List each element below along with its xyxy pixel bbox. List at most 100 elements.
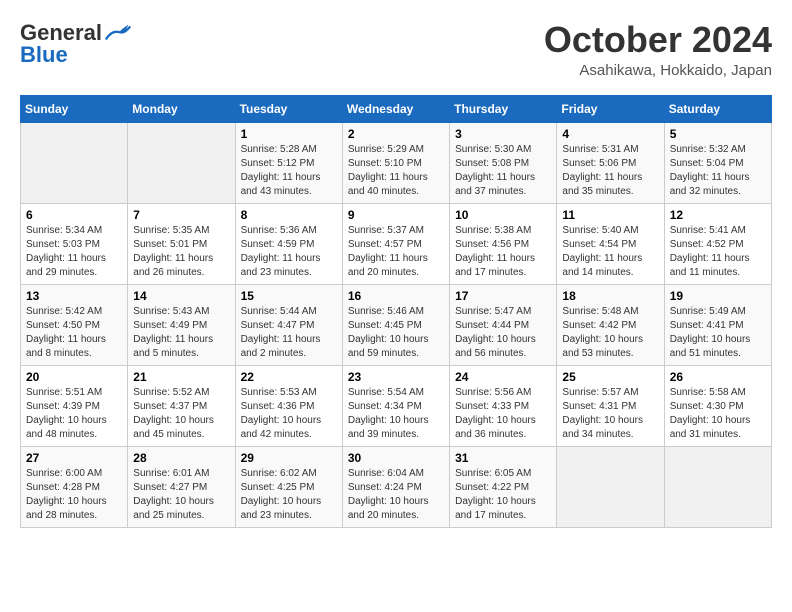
day-number: 31 xyxy=(455,451,551,465)
day-number: 12 xyxy=(670,208,766,222)
day-number: 25 xyxy=(562,370,658,384)
day-number: 18 xyxy=(562,289,658,303)
calendar-week-row: 20Sunrise: 5:51 AMSunset: 4:39 PMDayligh… xyxy=(21,365,772,446)
day-info: Sunrise: 6:05 AMSunset: 4:22 PMDaylight:… xyxy=(455,467,551,523)
day-info: Sunrise: 6:00 AMSunset: 4:28 PMDaylight:… xyxy=(26,467,122,523)
logo-blue: Blue xyxy=(20,42,68,68)
calendar-cell: 20Sunrise: 5:51 AMSunset: 4:39 PMDayligh… xyxy=(21,365,128,446)
calendar-week-row: 1 Sunrise: 5:28 AMSunset: 5:12 PMDaylight… xyxy=(21,122,772,203)
day-number: 14 xyxy=(133,289,229,303)
day-number: 19 xyxy=(670,289,766,303)
month-title: October 2024 xyxy=(544,20,772,60)
calendar-cell: 18 Sunrise: 5:48 AMSunset: 4:42 PMDayligh… xyxy=(557,284,664,365)
day-info: Sunrise: 5:58 AMSunset: 4:30 PMDaylight:… xyxy=(670,386,766,442)
calendar-cell: 17 Sunrise: 5:47 AMSunset: 4:44 PMDayligh… xyxy=(450,284,557,365)
calendar-cell: 10 Sunrise: 5:38 AMSunset: 4:56 PMDayligh… xyxy=(450,203,557,284)
day-number: 30 xyxy=(348,451,444,465)
day-number: 24 xyxy=(455,370,551,384)
calendar-cell: 15Sunrise: 5:44 AMSunset: 4:47 PMDayligh… xyxy=(235,284,342,365)
day-info: Sunrise: 5:49 AMSunset: 4:41 PMDaylight:… xyxy=(670,305,766,361)
day-info: Sunrise: 5:28 AMSunset: 5:12 PMDaylight:… xyxy=(241,143,337,199)
location: Asahikawa, Hokkaido, Japan xyxy=(544,62,772,79)
calendar-cell: 16Sunrise: 5:46 AMSunset: 4:45 PMDayligh… xyxy=(342,284,449,365)
calendar-cell: 2 Sunrise: 5:29 AMSunset: 5:10 PMDaylight… xyxy=(342,122,449,203)
day-info: Sunrise: 6:04 AMSunset: 4:24 PMDaylight:… xyxy=(348,467,444,523)
weekday-header: Saturday xyxy=(664,95,771,122)
calendar-table: SundayMondayTuesdayWednesdayThursdayFrid… xyxy=(20,95,772,528)
day-number: 29 xyxy=(241,451,337,465)
calendar-cell: 3Sunrise: 5:30 AMSunset: 5:08 PMDaylight… xyxy=(450,122,557,203)
day-number: 9 xyxy=(348,208,444,222)
day-info: Sunrise: 5:40 AMSunset: 4:54 PMDaylight:… xyxy=(562,224,658,280)
day-number: 23 xyxy=(348,370,444,384)
day-info: Sunrise: 5:54 AMSunset: 4:34 PMDaylight:… xyxy=(348,386,444,442)
calendar-cell xyxy=(664,446,771,527)
day-info: Sunrise: 6:01 AMSunset: 4:27 PMDaylight:… xyxy=(133,467,229,523)
calendar-cell: 4 Sunrise: 5:31 AMSunset: 5:06 PMDaylight… xyxy=(557,122,664,203)
day-number: 20 xyxy=(26,370,122,384)
weekday-header: Friday xyxy=(557,95,664,122)
day-info: Sunrise: 5:56 AMSunset: 4:33 PMDaylight:… xyxy=(455,386,551,442)
day-number: 6 xyxy=(26,208,122,222)
calendar-cell: 28 Sunrise: 6:01 AMSunset: 4:27 PMDayligh… xyxy=(128,446,235,527)
day-info: Sunrise: 6:02 AMSunset: 4:25 PMDaylight:… xyxy=(241,467,337,523)
day-number: 15 xyxy=(241,289,337,303)
day-number: 27 xyxy=(26,451,122,465)
calendar-cell: 9 Sunrise: 5:37 AMSunset: 4:57 PMDaylight… xyxy=(342,203,449,284)
day-info: Sunrise: 5:31 AMSunset: 5:06 PMDaylight:… xyxy=(562,143,658,199)
calendar-cell: 23 Sunrise: 5:54 AMSunset: 4:34 PMDayligh… xyxy=(342,365,449,446)
calendar-cell: 27 Sunrise: 6:00 AMSunset: 4:28 PMDayligh… xyxy=(21,446,128,527)
calendar-cell: 6Sunrise: 5:34 AMSunset: 5:03 PMDaylight… xyxy=(21,203,128,284)
day-info: Sunrise: 5:42 AMSunset: 4:50 PMDaylight:… xyxy=(26,305,122,361)
calendar-cell xyxy=(128,122,235,203)
weekday-header: Sunday xyxy=(21,95,128,122)
day-info: Sunrise: 5:46 AMSunset: 4:45 PMDaylight:… xyxy=(348,305,444,361)
calendar-week-row: 27 Sunrise: 6:00 AMSunset: 4:28 PMDayligh… xyxy=(21,446,772,527)
day-number: 28 xyxy=(133,451,229,465)
weekday-header: Wednesday xyxy=(342,95,449,122)
calendar-cell: 21Sunrise: 5:52 AMSunset: 4:37 PMDayligh… xyxy=(128,365,235,446)
calendar-cell: 26 Sunrise: 5:58 AMSunset: 4:30 PMDayligh… xyxy=(664,365,771,446)
day-number: 13 xyxy=(26,289,122,303)
day-number: 22 xyxy=(241,370,337,384)
day-number: 21 xyxy=(133,370,229,384)
day-number: 10 xyxy=(455,208,551,222)
calendar-cell: 14 Sunrise: 5:43 AMSunset: 4:49 PMDayligh… xyxy=(128,284,235,365)
day-info: Sunrise: 5:43 AMSunset: 4:49 PMDaylight:… xyxy=(133,305,229,361)
day-number: 4 xyxy=(562,127,658,141)
logo-bird-icon xyxy=(104,22,132,44)
page-header: General Blue October 2024 Asahikawa, Hok… xyxy=(20,20,772,79)
weekday-header-row: SundayMondayTuesdayWednesdayThursdayFrid… xyxy=(21,95,772,122)
day-info: Sunrise: 5:36 AMSunset: 4:59 PMDaylight:… xyxy=(241,224,337,280)
day-number: 5 xyxy=(670,127,766,141)
day-number: 17 xyxy=(455,289,551,303)
day-info: Sunrise: 5:47 AMSunset: 4:44 PMDaylight:… xyxy=(455,305,551,361)
day-number: 7 xyxy=(133,208,229,222)
calendar-cell: 25Sunrise: 5:57 AMSunset: 4:31 PMDayligh… xyxy=(557,365,664,446)
day-info: Sunrise: 5:29 AMSunset: 5:10 PMDaylight:… xyxy=(348,143,444,199)
day-number: 2 xyxy=(348,127,444,141)
weekday-header: Monday xyxy=(128,95,235,122)
logo: General Blue xyxy=(20,20,132,68)
day-info: Sunrise: 5:38 AMSunset: 4:56 PMDaylight:… xyxy=(455,224,551,280)
calendar-cell: 22 Sunrise: 5:53 AMSunset: 4:36 PMDayligh… xyxy=(235,365,342,446)
calendar-week-row: 13 Sunrise: 5:42 AMSunset: 4:50 PMDayligh… xyxy=(21,284,772,365)
day-number: 1 xyxy=(241,127,337,141)
calendar-cell: 5Sunrise: 5:32 AMSunset: 5:04 PMDaylight… xyxy=(664,122,771,203)
calendar-cell: 7 Sunrise: 5:35 AMSunset: 5:01 PMDaylight… xyxy=(128,203,235,284)
day-number: 3 xyxy=(455,127,551,141)
calendar-cell: 19 Sunrise: 5:49 AMSunset: 4:41 PMDayligh… xyxy=(664,284,771,365)
day-info: Sunrise: 5:53 AMSunset: 4:36 PMDaylight:… xyxy=(241,386,337,442)
day-info: Sunrise: 5:37 AMSunset: 4:57 PMDaylight:… xyxy=(348,224,444,280)
day-number: 8 xyxy=(241,208,337,222)
calendar-cell: 8 Sunrise: 5:36 AMSunset: 4:59 PMDaylight… xyxy=(235,203,342,284)
calendar-cell: 11Sunrise: 5:40 AMSunset: 4:54 PMDayligh… xyxy=(557,203,664,284)
calendar-cell: 29 Sunrise: 6:02 AMSunset: 4:25 PMDayligh… xyxy=(235,446,342,527)
calendar-cell: 31 Sunrise: 6:05 AMSunset: 4:22 PMDayligh… xyxy=(450,446,557,527)
day-number: 26 xyxy=(670,370,766,384)
weekday-header: Thursday xyxy=(450,95,557,122)
day-info: Sunrise: 5:41 AMSunset: 4:52 PMDaylight:… xyxy=(670,224,766,280)
day-info: Sunrise: 5:35 AMSunset: 5:01 PMDaylight:… xyxy=(133,224,229,280)
day-info: Sunrise: 5:48 AMSunset: 4:42 PMDaylight:… xyxy=(562,305,658,361)
calendar-cell: 1 Sunrise: 5:28 AMSunset: 5:12 PMDaylight… xyxy=(235,122,342,203)
